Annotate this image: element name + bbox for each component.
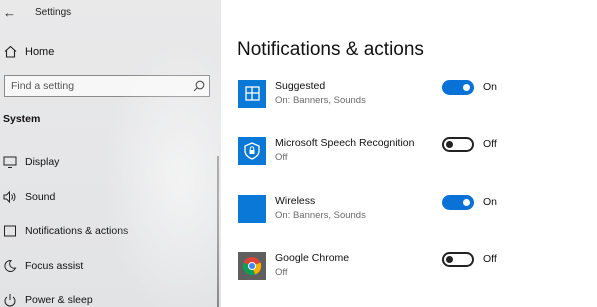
sidebar-item-label: Power & sleep (25, 294, 93, 306)
sidebar-item-power-sleep[interactable]: Power & sleep (0, 289, 214, 307)
suggested-icon (238, 80, 266, 108)
sidebar-item-label: Notifications & actions (25, 225, 129, 237)
sidebar-item-label: Display (25, 156, 60, 168)
app-row-wireless[interactable]: Wireless On: Banners, Sounds On (238, 195, 593, 235)
toggle-state-label: Off (483, 138, 497, 150)
notification-toggle[interactable] (442, 252, 474, 267)
app-status: Off (275, 152, 288, 163)
sidebar-item-notifications[interactable]: Notifications & actions (0, 220, 214, 242)
section-header: System (3, 113, 41, 125)
sidebar-item-label: Sound (25, 191, 56, 203)
home-icon (4, 45, 17, 58)
app-name: Google Chrome (275, 252, 350, 264)
toggle-state-label: On (483, 81, 498, 93)
app-status: On: Banners, Sounds (275, 210, 366, 221)
toggle-knob (446, 141, 453, 148)
app-name: Suggested (275, 80, 326, 92)
display-icon (3, 156, 17, 168)
sidebar-item-label: Focus assist (25, 260, 84, 272)
app-name: Wireless (275, 195, 316, 207)
notification-toggle[interactable] (442, 80, 474, 95)
wireless-icon (238, 195, 266, 223)
speech-recognition-icon (238, 137, 266, 165)
notification-toggle[interactable] (442, 195, 474, 210)
power-icon (4, 294, 16, 307)
chrome-icon (238, 252, 266, 280)
sidebar: ← Settings Home System Display Sound (0, 0, 221, 307)
back-arrow-icon[interactable]: ← (3, 4, 16, 22)
home-label: Home (25, 46, 55, 58)
sidebar-item-focus-assist[interactable]: Focus assist (0, 255, 214, 277)
notification-toggle[interactable] (442, 137, 474, 152)
title-bar: ← Settings (0, 4, 221, 22)
window-title: Settings (35, 7, 72, 18)
toggle-state-label: Off (483, 253, 497, 265)
speaker-icon (3, 190, 16, 204)
app-status: On: Banners, Sounds (275, 95, 366, 106)
sidebar-item-sound[interactable]: Sound (0, 186, 214, 208)
sidebar-item-display[interactable]: Display (0, 151, 214, 173)
notification-icon (4, 225, 16, 237)
toggle-knob (463, 199, 470, 206)
search-icon[interactable] (193, 80, 205, 92)
sidebar-scrollbar-thumb[interactable] (217, 156, 219, 307)
app-name: Microsoft Speech Recognition (275, 137, 415, 149)
search-input[interactable] (5, 76, 185, 96)
app-row-speech-recognition[interactable]: Microsoft Speech Recognition Off Off (238, 137, 593, 177)
toggle-state-label: On (483, 196, 498, 208)
app-row-suggested[interactable]: Suggested On: Banners, Sounds On (238, 80, 593, 120)
app-status: Off (275, 267, 288, 278)
page-title: Notifications & actions (237, 39, 424, 60)
home-nav-item[interactable]: Home (0, 42, 221, 62)
toggle-knob (446, 256, 453, 263)
moon-icon (4, 259, 17, 272)
main-content: Notifications & actions Suggested On: Ba… (221, 0, 597, 307)
search-box[interactable] (4, 75, 210, 97)
app-row-google-chrome[interactable]: Google Chrome Off Off (238, 252, 593, 292)
toggle-knob (463, 84, 470, 91)
